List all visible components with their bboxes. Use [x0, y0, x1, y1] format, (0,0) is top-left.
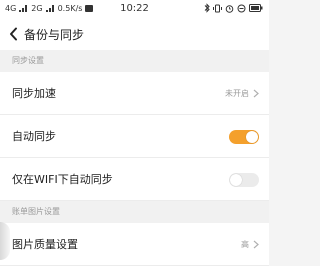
section-title: 账单图片设置: [12, 207, 60, 216]
bluetooth-icon: [204, 3, 210, 13]
section-sync-settings: 同步设置: [0, 50, 269, 72]
back-arrow-icon: [9, 27, 17, 41]
vibrate-icon: [213, 4, 222, 12]
chevron-right-icon: [253, 89, 259, 98]
row-right: 未开启: [225, 72, 259, 115]
status-right: [204, 3, 263, 13]
toggle-knob: [246, 130, 258, 143]
row-label: 同步加速: [12, 87, 56, 100]
edge-shadow-decoration: [0, 222, 10, 260]
chevron-right-icon: [253, 240, 259, 249]
auto-sync-toggle[interactable]: [229, 129, 259, 144]
wifi-only-sync-toggle[interactable]: [229, 172, 259, 187]
alarm-icon: [225, 4, 234, 13]
row-label: 仅在WIFI下自动同步: [12, 173, 113, 186]
toggle-knob: [230, 173, 242, 186]
row-sync-accelerate[interactable]: 同步加速 未开启: [0, 72, 269, 115]
row-right: [229, 115, 259, 158]
section-bill-image-settings: 账单图片设置: [0, 201, 269, 223]
back-button[interactable]: [4, 18, 22, 50]
status-bar: 4G 2G 0.5K/s 10:22: [0, 0, 269, 18]
dnd-icon: [237, 4, 246, 12]
row-value: 高: [241, 240, 249, 249]
row-wifi-only-sync: 仅在WIFI下自动同步: [0, 158, 269, 201]
section-title: 同步设置: [12, 56, 44, 65]
row-auto-sync: 自动同步: [0, 115, 269, 158]
row-value: 未开启: [225, 89, 249, 98]
row-right: [229, 158, 259, 201]
row-label: 自动同步: [12, 130, 56, 143]
page-title: 备份与同步: [24, 27, 85, 42]
battery-icon: [249, 4, 263, 12]
header-bar: 备份与同步: [0, 18, 269, 50]
